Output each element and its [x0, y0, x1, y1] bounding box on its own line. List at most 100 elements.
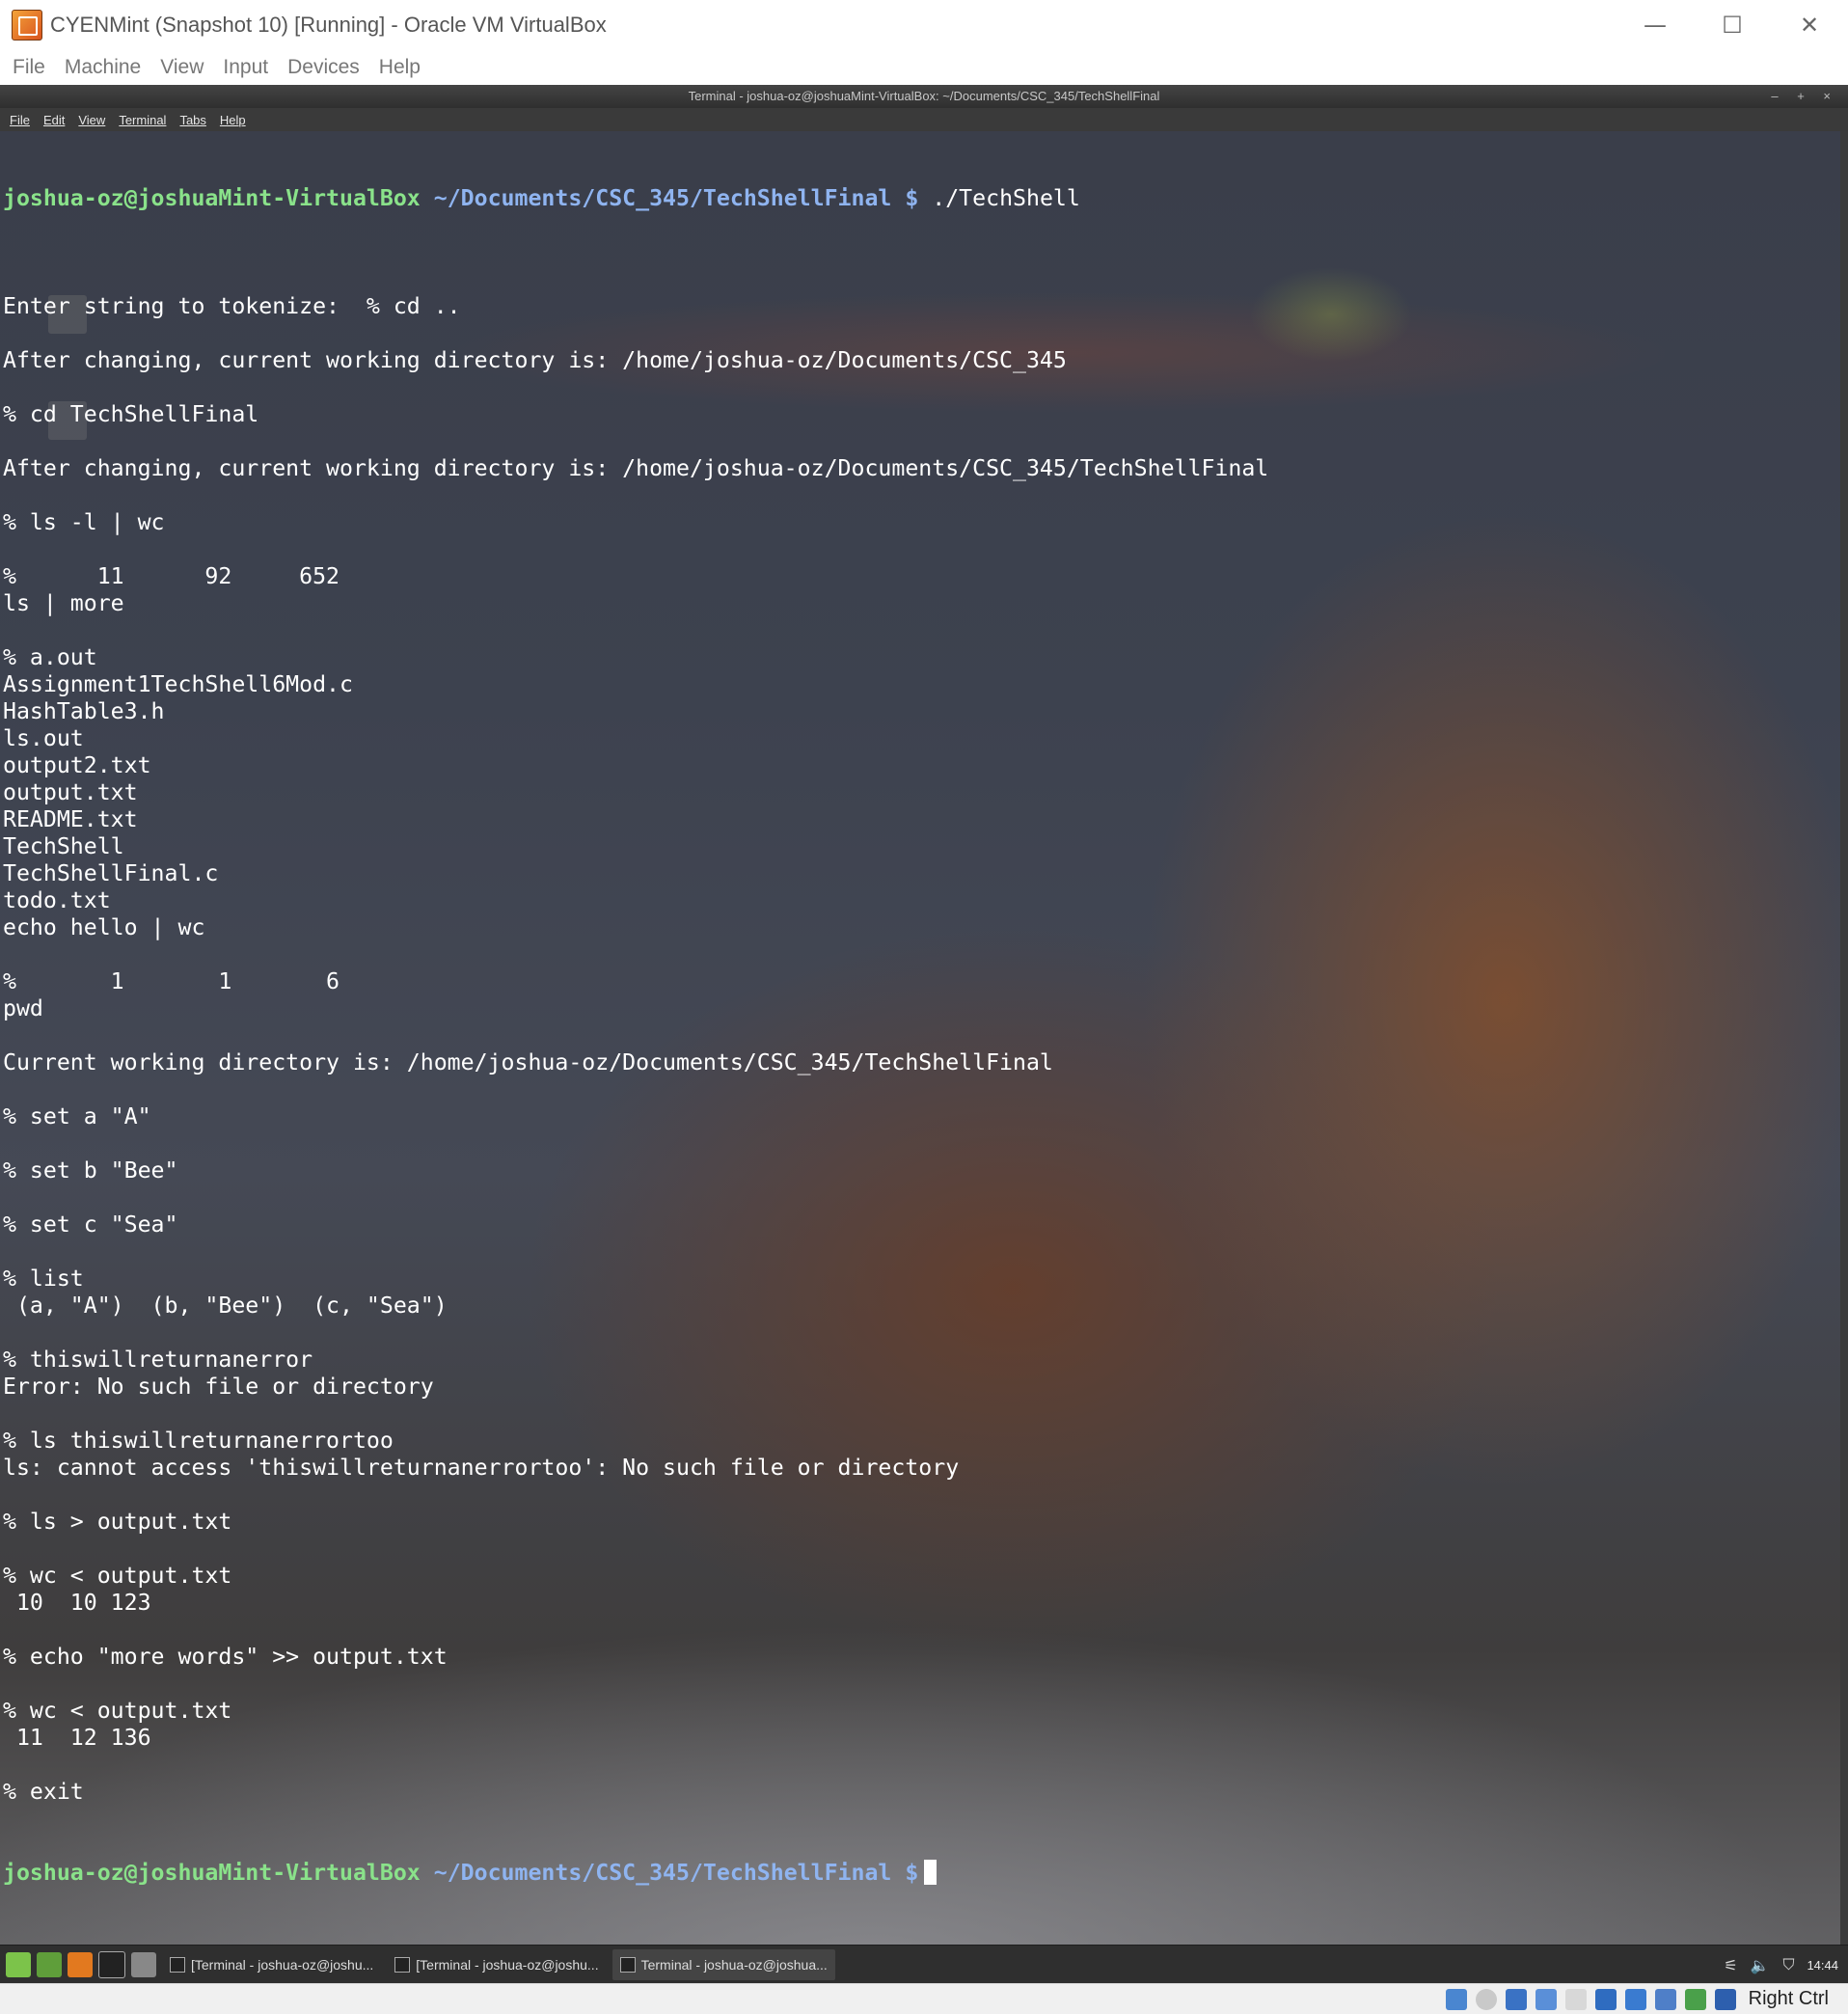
shield-icon[interactable]: ⛉ — [1778, 1954, 1799, 1975]
terminal-line: % exit — [3, 1779, 84, 1805]
terminal-line: % list — [3, 1266, 84, 1292]
task-label: [Terminal - joshua-oz@joshu... — [191, 1957, 374, 1973]
terminal-line: README.txt — [3, 806, 138, 832]
network-adapter-icon[interactable] — [1624, 1988, 1646, 2010]
volume-icon[interactable]: 🔈 — [1749, 1954, 1770, 1975]
terminal-line: % 11 92 652 — [3, 563, 340, 589]
terminal-output-area[interactable]: joshua-oz@joshuaMint-VirtualBox ~/Docume… — [0, 131, 1840, 2013]
mint-menu-icon[interactable] — [6, 1952, 31, 1977]
terminal-menu-help[interactable]: Help — [220, 113, 246, 127]
terminal-icon — [394, 1957, 411, 1973]
terminal-line: ls | more — [3, 590, 124, 616]
mouse-integration-icon[interactable] — [1714, 1988, 1736, 2010]
window-controls: — ☐ ✕ — [1617, 0, 1848, 50]
maximize-button[interactable]: ☐ — [1694, 0, 1771, 50]
terminal-line: % ls thiswillreturnanerrortoo — [3, 1428, 394, 1454]
show-desktop-icon[interactable] — [37, 1952, 62, 1977]
firefox-icon[interactable] — [68, 1952, 93, 1977]
terminal-titlebar[interactable]: Terminal - joshua-oz@joshuaMint-VirtualB… — [0, 85, 1848, 108]
prompt-path: ~/Documents/CSC_345/TechShellFinal $ — [433, 185, 919, 211]
terminal-menu-terminal[interactable]: Terminal — [119, 113, 166, 127]
menu-devices[interactable]: Devices — [285, 56, 363, 79]
terminal-line: After changing, current working director… — [3, 455, 1269, 481]
terminal-window-buttons[interactable]: – + × — [1771, 85, 1838, 108]
terminal-menubar: File Edit View Terminal Tabs Help — [0, 108, 1848, 131]
virtualbox-app-icon — [12, 10, 42, 41]
guest-additions-icon[interactable] — [1684, 1988, 1706, 2010]
host-key-label: Right Ctrl — [1748, 1988, 1829, 2009]
terminal-menu-view[interactable]: View — [78, 113, 105, 127]
system-tray: ⚟ 🔈 ⛉ 14:44 — [1720, 1946, 1848, 1984]
window-title: CYENMint (Snapshot 10) [Running] - Oracl… — [50, 13, 607, 37]
menu-help[interactable]: Help — [376, 56, 423, 79]
prompt-line: joshua-oz@joshuaMint-VirtualBox ~/Docume… — [3, 185, 1268, 212]
terminal-menu-tabs[interactable]: Tabs — [179, 113, 205, 127]
terminal-line: % set a "A" — [3, 1103, 151, 1129]
shared-folders-icon[interactable] — [1564, 1988, 1587, 2010]
terminal-line: After changing, current working director… — [3, 347, 1067, 373]
taskbar-item-terminal-active[interactable]: Terminal - joshua-oz@joshua... — [611, 1949, 835, 1980]
terminal-line: 10 10 123 — [3, 1590, 151, 1616]
clock[interactable]: 14:44 — [1807, 1958, 1838, 1973]
vbox-statusbar: Right Ctrl — [0, 1983, 1848, 2014]
taskbar-item-terminal-2[interactable]: [Terminal - joshua-oz@joshu... — [387, 1949, 606, 1980]
terminal-line: ls: cannot access 'thiswillreturnanerror… — [3, 1455, 960, 1481]
terminal-title: Terminal - joshua-oz@joshuaMint-VirtualB… — [688, 89, 1160, 103]
minimize-button[interactable]: — — [1617, 0, 1694, 50]
menu-file[interactable]: File — [10, 56, 48, 79]
close-button[interactable]: ✕ — [1771, 0, 1848, 50]
output-lines: Enter string to tokenize: % cd .. After c… — [3, 266, 1268, 1806]
menu-input[interactable]: Input — [220, 56, 271, 79]
terminal-line: ls.out — [3, 725, 84, 751]
network-icon[interactable]: ⚟ — [1720, 1954, 1741, 1975]
terminal-line: TechShell — [3, 833, 124, 859]
terminal-line: % a.out — [3, 644, 97, 670]
menu-machine[interactable]: Machine — [62, 56, 144, 79]
terminal-line: (a, "A") (b, "Bee") (c, "Sea") — [3, 1293, 448, 1319]
terminal-line: % wc < output.txt — [3, 1698, 232, 1724]
prompt-path-final: ~/Documents/CSC_345/TechShellFinal $ — [433, 1860, 919, 1886]
menu-view[interactable]: View — [157, 56, 206, 79]
cpu-icon[interactable] — [1654, 1988, 1676, 2010]
display-icon[interactable] — [1594, 1988, 1617, 2010]
usb-icon[interactable] — [1535, 1988, 1557, 2010]
terminal-line: 11 12 136 — [3, 1725, 151, 1751]
terminal-line: % wc < output.txt — [3, 1563, 232, 1589]
terminal-scrollbar[interactable] — [1840, 131, 1848, 2013]
task-label: [Terminal - joshua-oz@joshu... — [416, 1957, 599, 1973]
hard-disk-icon[interactable] — [1445, 1988, 1467, 2010]
terminal-text: joshua-oz@joshuaMint-VirtualBox ~/Docume… — [3, 131, 1268, 1941]
optical-drive-icon[interactable] — [1475, 1988, 1497, 2010]
typed-command: ./TechShell — [932, 185, 1080, 211]
terminal-line: % cd TechShellFinal — [3, 401, 259, 427]
audio-icon[interactable] — [1505, 1988, 1527, 2010]
terminal-line: todo.txt — [3, 887, 111, 913]
terminal-line: output.txt — [3, 779, 138, 805]
prompt-user-final: joshua-oz@joshuaMint-VirtualBox — [3, 1860, 421, 1886]
prompt-line-final: joshua-oz@joshuaMint-VirtualBox ~/Docume… — [3, 1860, 1268, 1887]
terminal-launcher-icon[interactable] — [98, 1951, 125, 1978]
files-launcher-icon[interactable] — [131, 1952, 156, 1977]
terminal-line: output2.txt — [3, 752, 151, 778]
terminal-line: pwd — [3, 995, 43, 1021]
terminal-menu-file[interactable]: File — [10, 113, 30, 127]
terminal-line: TechShellFinal.c — [3, 860, 219, 886]
taskbar-item-terminal-1[interactable]: [Terminal - joshua-oz@joshu... — [162, 1949, 381, 1980]
text-cursor — [924, 1860, 938, 1885]
terminal-menu-edit[interactable]: Edit — [43, 113, 65, 127]
vbox-titlebar: CYENMint (Snapshot 10) [Running] - Oracl… — [0, 0, 1848, 50]
terminal-line: % thiswillreturnanerror — [3, 1347, 313, 1373]
terminal-line: Enter string to tokenize: % cd .. — [3, 293, 461, 319]
